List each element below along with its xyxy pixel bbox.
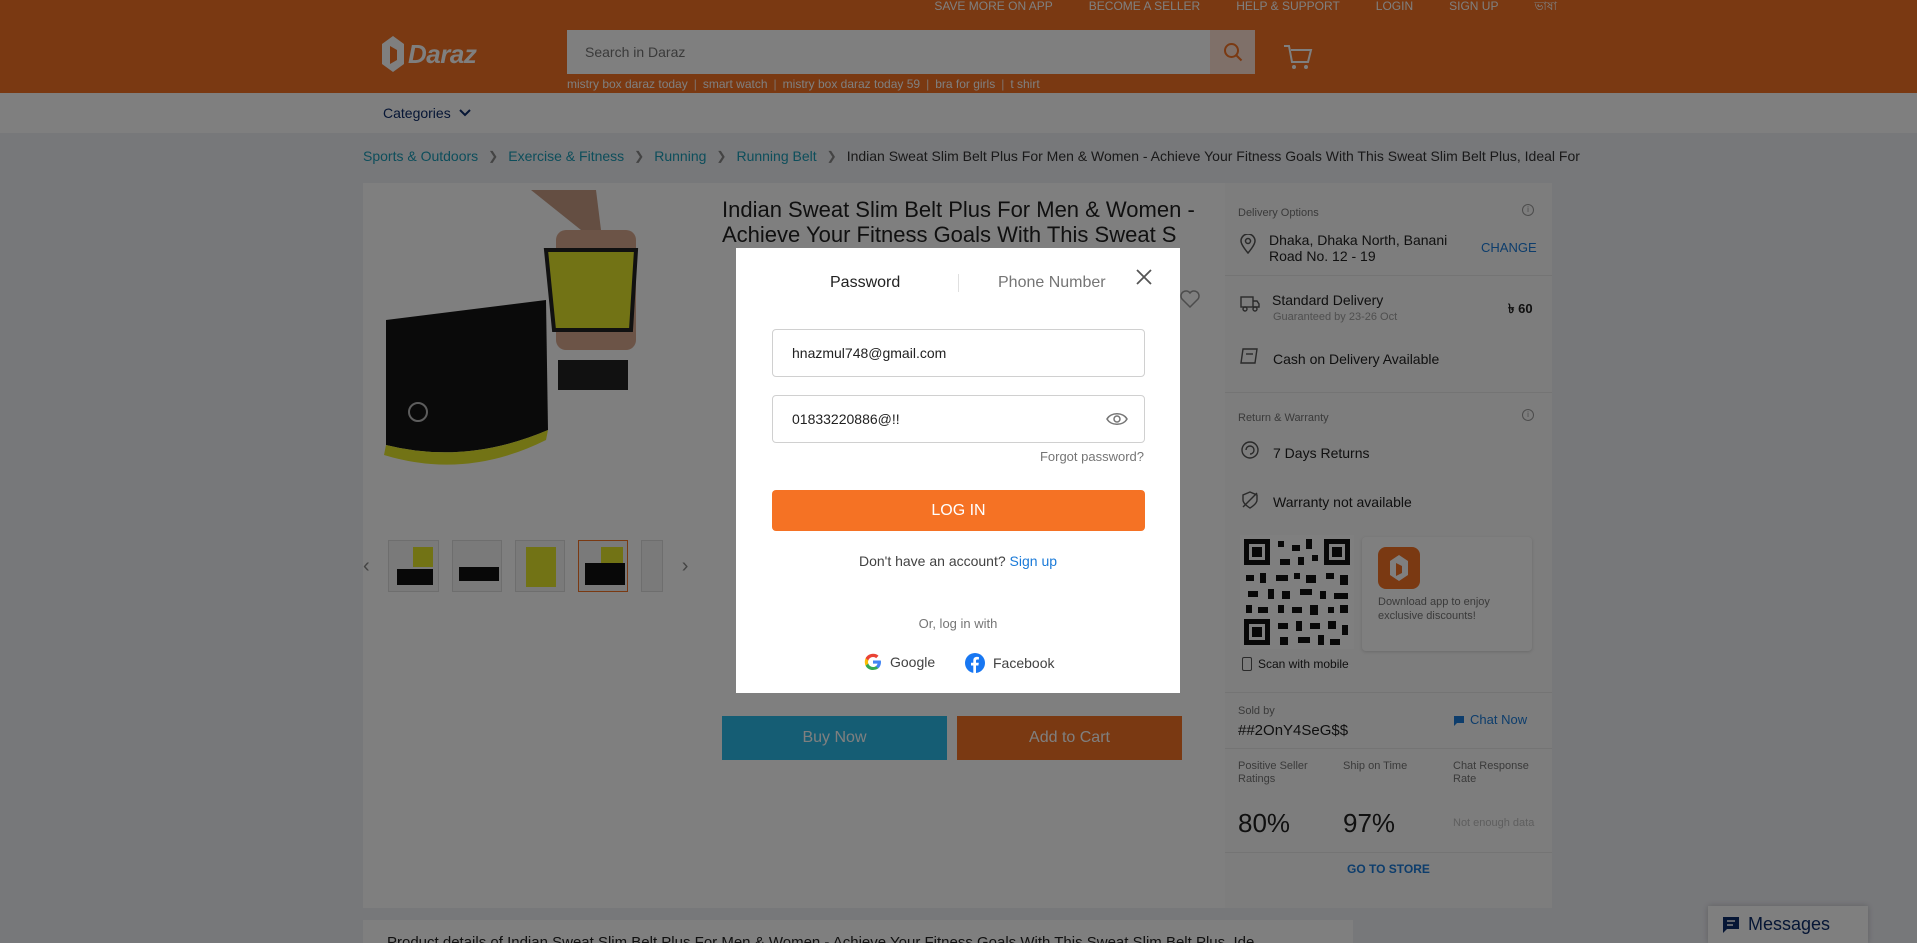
google-icon [864,653,881,670]
tab-divider [958,274,959,292]
login-modal: Password Phone Number Forgot password? L… [736,248,1180,693]
or-login-with-text: Or, log in with [918,616,998,631]
facebook-label: Facebook [993,655,1055,671]
email-field[interactable] [773,330,1144,376]
close-icon [1136,269,1152,285]
signup-link[interactable]: Sign up [1010,553,1057,569]
google-login-button[interactable]: Google [864,653,935,671]
email-field-wrap [772,329,1145,377]
tab-phone-number[interactable]: Phone Number [998,274,1106,292]
google-label: Google [890,654,936,670]
facebook-login-button[interactable]: Facebook [965,653,1054,673]
login-button[interactable]: LOG IN [772,490,1145,531]
close-button[interactable] [1134,267,1154,287]
tab-password[interactable]: Password [830,274,900,292]
password-field[interactable] [773,396,1144,442]
forgot-password-link[interactable]: Forgot password? [1040,449,1144,464]
no-account-text: Don't have an account? [858,553,1006,569]
signup-prompt: Don't have an account? Sign up [736,553,1180,569]
password-field-wrap [772,395,1145,443]
facebook-icon [965,653,985,673]
eye-icon[interactable] [1106,410,1128,433]
